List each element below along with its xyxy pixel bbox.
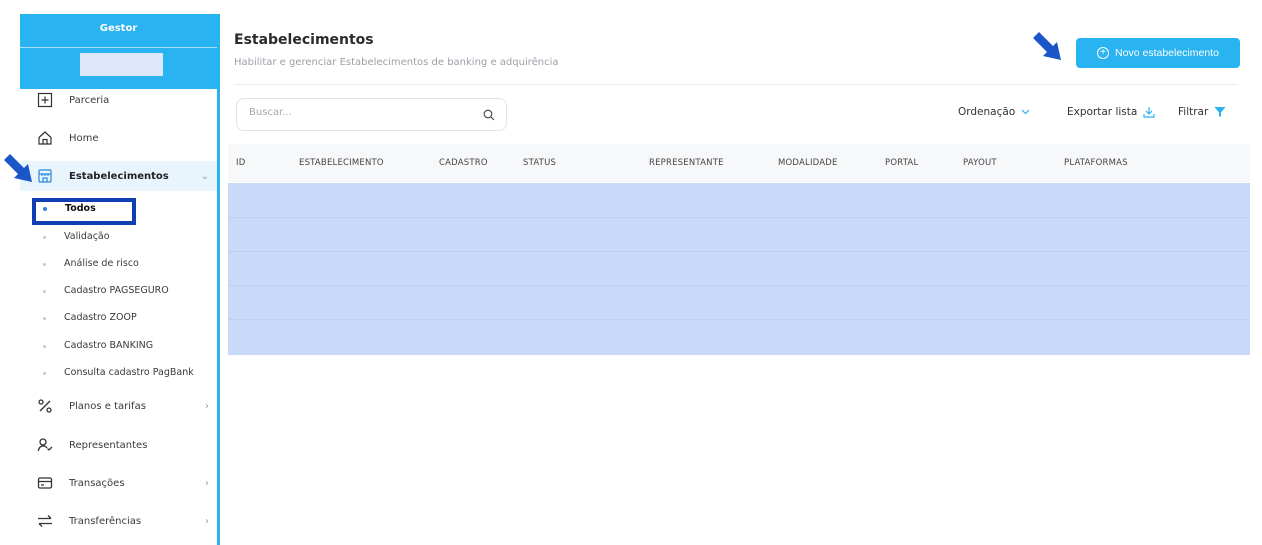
arrows-swap-icon xyxy=(35,511,55,531)
credit-card-icon xyxy=(35,473,55,493)
bullet-icon xyxy=(43,317,46,320)
table-row-divider xyxy=(228,217,1250,218)
main-content: Estabelecimentos Habilitar e gerenciar E… xyxy=(228,14,1250,545)
sidebar-item-representantes[interactable]: Representantes xyxy=(20,430,217,460)
sidebar-title: Gestor xyxy=(99,23,138,34)
sort-label: Ordenação xyxy=(958,106,1016,118)
submenu-item-label: Validação xyxy=(64,231,110,242)
user-check-icon xyxy=(35,435,55,455)
percent-icon xyxy=(35,396,55,416)
submenu-item-cadastro-zoop[interactable]: Cadastro ZOOP xyxy=(20,309,220,329)
export-list-button[interactable]: Exportar lista xyxy=(1067,106,1155,118)
filter-label: Filtrar xyxy=(1178,106,1209,118)
column-header-payout[interactable]: PAYOUT xyxy=(963,158,997,168)
submenu-item-validacao[interactable]: Validação xyxy=(20,228,220,248)
header-divider xyxy=(234,84,1238,85)
submenu-item-consulta-cadastro-pagbank[interactable]: Consulta cadastro PagBank xyxy=(20,364,220,384)
user-profile-redacted[interactable] xyxy=(80,53,163,76)
chevron-down-icon xyxy=(1021,109,1030,115)
sort-dropdown[interactable]: Ordenação xyxy=(958,106,1030,118)
sidebar-item-label: Transferências xyxy=(69,515,142,527)
filter-button[interactable]: Filtrar xyxy=(1178,106,1226,118)
new-establishment-button[interactable]: + Novo estabelecimento xyxy=(1076,38,1240,68)
table-header: ID ESTABELECIMENTO CADASTRO STATUS REPRE… xyxy=(228,144,1250,182)
sidebar-item-label: Planos e tarifas xyxy=(69,400,146,412)
bullet-icon xyxy=(43,290,46,293)
home-icon xyxy=(35,128,55,148)
submenu-item-cadastro-pagseguro[interactable]: Cadastro PAGSEGURO xyxy=(20,282,220,302)
table-row-divider xyxy=(228,319,1250,320)
search-input[interactable] xyxy=(249,107,469,118)
bullet-icon xyxy=(43,372,46,375)
column-header-portal[interactable]: PORTAL xyxy=(885,158,918,168)
sidebar-item-label: Representantes xyxy=(69,439,148,451)
sidebar: Gestor Parceria Home Estabelecimentos ⌄ … xyxy=(20,14,220,545)
column-header-cadastro[interactable]: CADASTRO xyxy=(439,158,488,168)
download-icon xyxy=(1143,107,1155,118)
chevron-right-icon: › xyxy=(205,400,209,412)
sidebar-item-home[interactable]: Home xyxy=(20,123,217,153)
export-label: Exportar lista xyxy=(1067,106,1138,118)
filter-icon xyxy=(1214,107,1226,117)
submenu-item-label: Cadastro ZOOP xyxy=(64,312,137,323)
column-header-estabelecimento[interactable]: ESTABELECIMENTO xyxy=(299,158,384,168)
sidebar-item-label: Home xyxy=(69,132,99,144)
plus-circle-icon: + xyxy=(1097,47,1110,59)
search-box[interactable] xyxy=(236,98,507,131)
sidebar-item-label: Transações xyxy=(69,477,125,489)
sidebar-item-transacoes[interactable]: Transações › xyxy=(20,468,217,498)
chevron-right-icon: › xyxy=(205,515,209,527)
submenu-item-cadastro-banking[interactable]: Cadastro BANKING xyxy=(20,337,220,357)
column-header-representante[interactable]: REPRESENTANTE xyxy=(649,158,724,168)
bullet-icon xyxy=(43,345,46,348)
page-subtitle: Habilitar e gerenciar Estabelecimentos d… xyxy=(234,57,559,68)
chevron-down-icon: ⌄ xyxy=(200,170,209,182)
submenu-item-label: Cadastro BANKING xyxy=(64,340,154,351)
sidebar-item-label: Estabelecimentos xyxy=(69,170,169,182)
annotation-arrow-icon xyxy=(4,154,32,182)
table-body-redacted xyxy=(228,183,1250,355)
column-header-id[interactable]: ID xyxy=(236,158,245,168)
plus-square-icon xyxy=(35,90,55,110)
column-header-modalidade[interactable]: MODALIDADE xyxy=(778,158,838,168)
column-header-status[interactable]: STATUS xyxy=(523,158,556,168)
sidebar-divider xyxy=(20,47,217,48)
new-establishment-label: Novo estabelecimento xyxy=(1115,47,1219,59)
highlight-box xyxy=(32,198,136,225)
submenu-item-analise-de-risco[interactable]: Análise de risco xyxy=(20,255,220,275)
store-icon xyxy=(35,166,55,186)
submenu-item-label: Consulta cadastro PagBank xyxy=(64,367,194,378)
sidebar-item-planos-e-tarifas[interactable]: Planos e tarifas › xyxy=(20,391,217,421)
sidebar-item-transferencias[interactable]: Transferências › xyxy=(20,506,217,536)
table-row-divider xyxy=(228,251,1250,252)
chevron-right-icon: › xyxy=(205,477,209,489)
bullet-icon xyxy=(43,236,46,239)
sidebar-item-parceria[interactable]: Parceria xyxy=(20,85,217,115)
table-row-divider xyxy=(228,285,1250,286)
sidebar-item-label: Parceria xyxy=(69,94,110,106)
search-icon[interactable] xyxy=(483,109,495,121)
sidebar-item-estabelecimentos[interactable]: Estabelecimentos ⌄ xyxy=(20,161,217,191)
column-header-plataformas[interactable]: PLATAFORMAS xyxy=(1064,158,1128,168)
submenu-item-label: Análise de risco xyxy=(64,258,139,269)
page-title: Estabelecimentos xyxy=(234,32,374,48)
sidebar-header: Gestor xyxy=(20,14,217,89)
submenu-item-label: Cadastro PAGSEGURO xyxy=(64,285,169,296)
bullet-icon xyxy=(43,263,46,266)
